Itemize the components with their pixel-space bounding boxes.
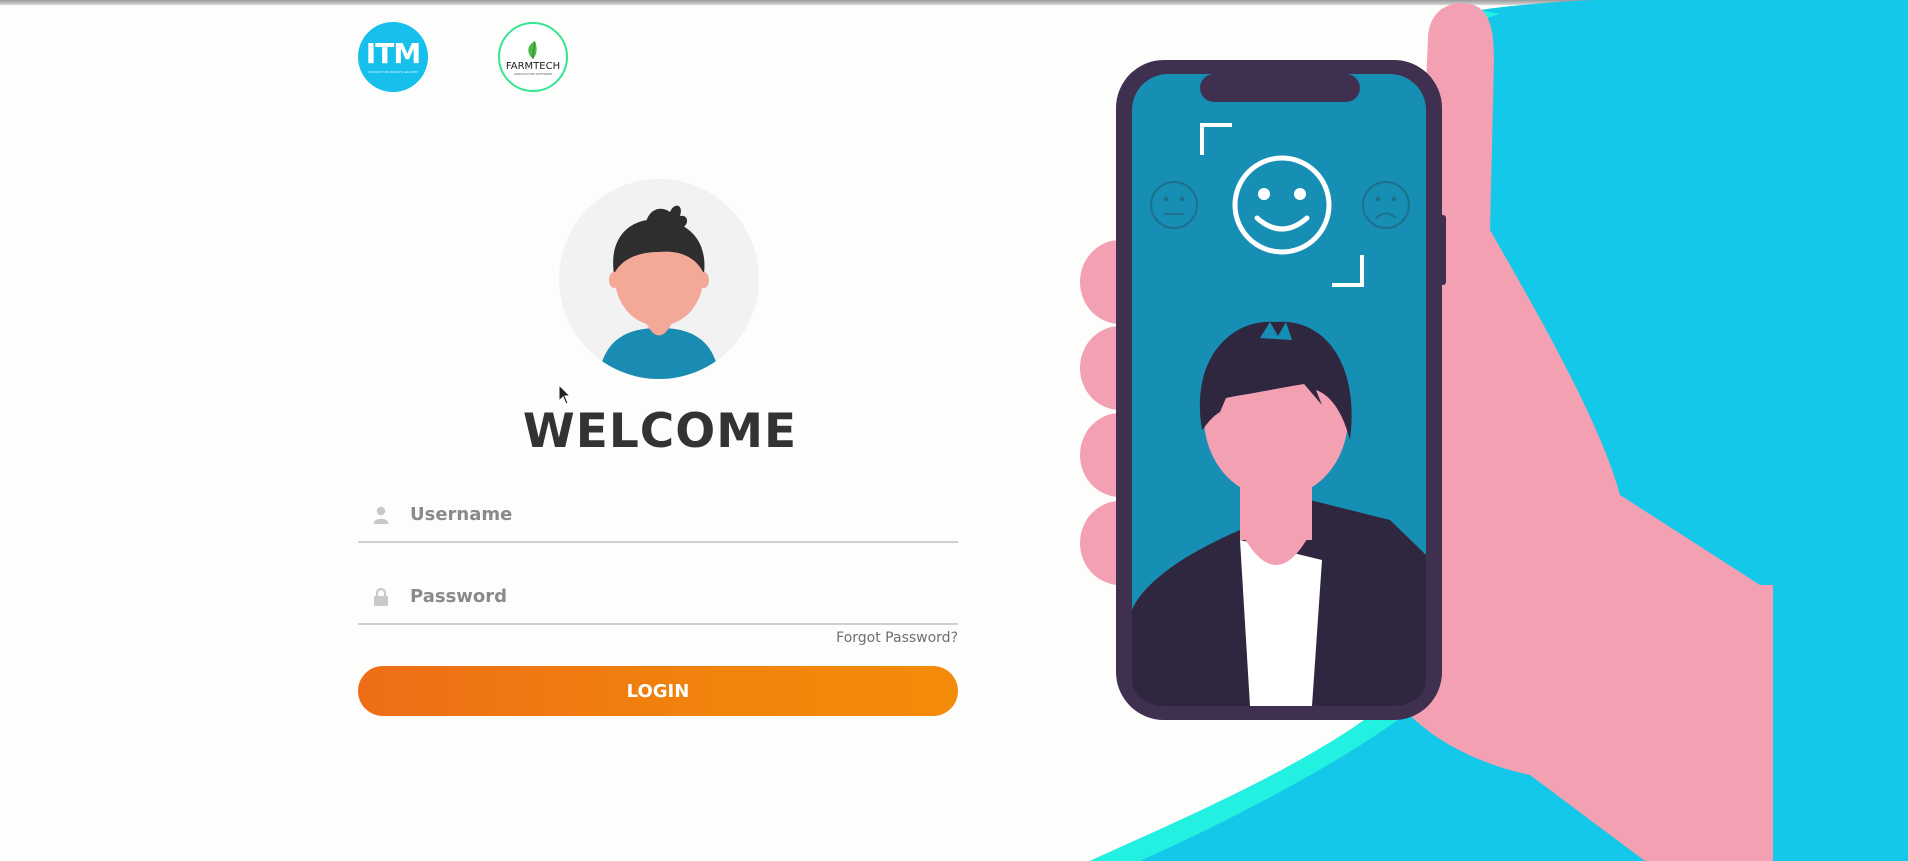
- leaf-icon: [528, 40, 537, 59]
- farmtech-logo: FARMTECH AGRICULTURE SOFTWARE: [498, 22, 568, 92]
- username-input[interactable]: [410, 504, 958, 525]
- farmtech-logo-tagline: AGRICULTURE SOFTWARE: [513, 71, 553, 76]
- itm-logo-tagline: UNLOCK TOMORROW'S GROWTH: [368, 70, 418, 74]
- itm-logo-text: ITM: [365, 37, 421, 70]
- lock-icon: [370, 587, 392, 606]
- user-icon: [370, 506, 392, 524]
- password-input[interactable]: [410, 586, 958, 607]
- password-field: [358, 570, 958, 625]
- cursor-icon: [558, 384, 572, 405]
- login-button[interactable]: LOGIN: [358, 666, 958, 716]
- face-recognition-illustration: [1080, 0, 1908, 861]
- itm-logo: ITM UNLOCK TOMORROW'S GROWTH: [358, 22, 428, 92]
- avatar: [559, 179, 759, 379]
- welcome-heading: WELCOME: [522, 404, 798, 459]
- username-field: [358, 488, 958, 543]
- farmtech-logo-text: FARMTECH: [505, 60, 561, 72]
- forgot-password-link[interactable]: Forgot Password?: [758, 630, 958, 646]
